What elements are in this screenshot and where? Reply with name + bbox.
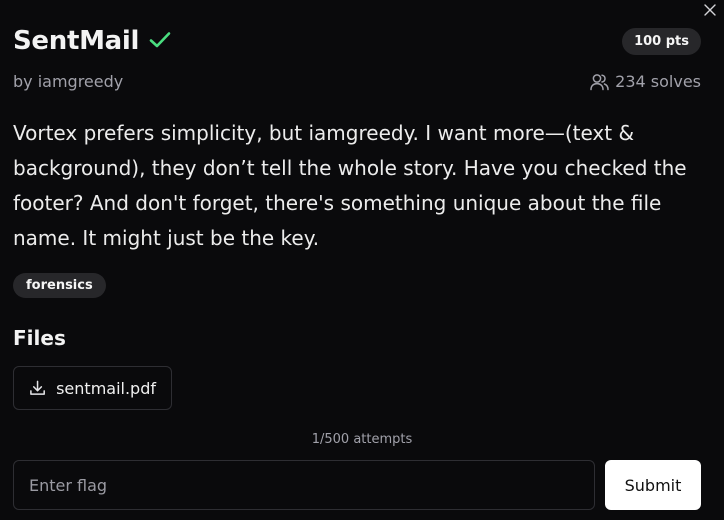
challenge-meta: by iamgreedy 234 solves [13,72,701,91]
solves-count: 234 solves [590,72,701,91]
title-wrap: SentMail [13,26,171,56]
file-name: sentmail.pdf [56,378,156,398]
file-download-button[interactable]: sentmail.pdf [13,366,172,410]
challenge-header: SentMail 100 pts [13,26,701,56]
challenge-modal: SentMail 100 pts by iamgreedy 234 solves… [0,0,724,520]
challenge-description: Vortex prefers simplicity, but iamgreedy… [13,121,687,250]
challenge-title: SentMail [13,26,140,56]
author-label: by iamgreedy [13,72,124,91]
close-icon [704,4,716,16]
check-icon [149,31,171,49]
close-button[interactable] [702,2,718,18]
submit-button[interactable]: Submit [605,460,701,510]
solves-label: 234 solves [615,72,701,91]
attempts-counter: 1/500 attempts [311,432,413,447]
category-tag: forensics [13,273,106,298]
files-heading: Files [13,326,66,350]
points-badge: 100 pts [622,27,701,55]
users-icon [590,73,609,90]
flag-input[interactable] [13,460,595,510]
download-icon [30,380,45,395]
